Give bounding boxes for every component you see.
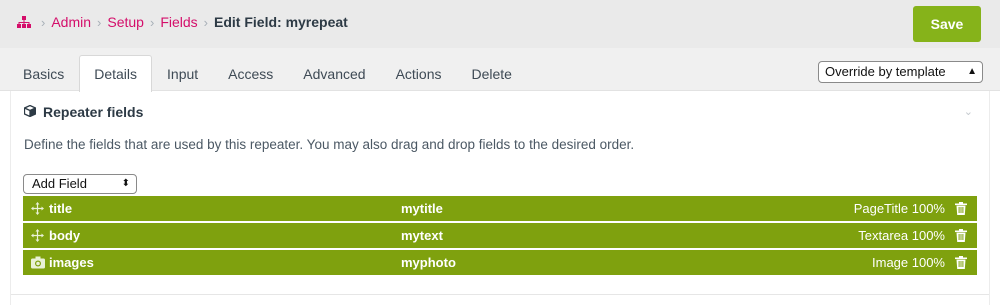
select-arrows-icon: ⬍ xyxy=(121,178,130,189)
tab-bar: Basics Details Input Access Advanced Act… xyxy=(8,55,527,92)
repeater-field-list: title mytitle PageTitle 100% body mytext… xyxy=(23,196,977,277)
field-type: Textarea 100% xyxy=(858,228,945,243)
section-title: Repeater fields xyxy=(43,104,144,120)
divider xyxy=(11,294,989,295)
header-bar: › Admin › Setup › Fields › Edit Field: m… xyxy=(0,0,1000,48)
field-name: title xyxy=(49,201,73,216)
add-field-select[interactable]: Add Field ⬍ xyxy=(23,174,137,194)
tab-actions[interactable]: Actions xyxy=(381,55,457,91)
trash-icon[interactable] xyxy=(955,256,967,269)
chevron-down-icon[interactable]: ⌄ xyxy=(964,105,973,118)
tab-advanced[interactable]: Advanced xyxy=(288,55,380,91)
breadcrumb-separator: › xyxy=(97,14,102,30)
tab-input[interactable]: Input xyxy=(152,55,213,91)
breadcrumb-separator: › xyxy=(41,14,46,30)
list-item[interactable]: images myphoto Image 100% xyxy=(23,250,977,275)
trash-icon[interactable] xyxy=(955,202,967,215)
field-label: mytext xyxy=(401,228,443,243)
move-arrows-icon[interactable] xyxy=(31,202,44,215)
select-arrows-icon: ▲ xyxy=(967,66,977,77)
add-field-value: Add Field xyxy=(32,176,87,191)
page-title: Edit Field: myrepeat xyxy=(214,14,348,30)
field-name: body xyxy=(49,228,81,243)
tab-details[interactable]: Details xyxy=(79,55,153,92)
trash-icon[interactable] xyxy=(955,229,967,242)
tab-basics[interactable]: Basics xyxy=(8,55,79,91)
breadcrumb-setup[interactable]: Setup xyxy=(107,14,144,30)
cube-icon xyxy=(23,104,37,120)
field-label: mytitle xyxy=(401,201,443,216)
field-type: PageTitle 100% xyxy=(853,201,945,216)
override-select-value: Override by template xyxy=(825,64,946,79)
list-item[interactable]: title mytitle PageTitle 100% xyxy=(23,196,977,221)
field-name: images xyxy=(49,255,94,270)
tab-access[interactable]: Access xyxy=(213,55,288,91)
section-header[interactable]: Repeater fields xyxy=(23,104,144,120)
save-button[interactable]: Save xyxy=(913,6,981,42)
tab-delete[interactable]: Delete xyxy=(457,55,527,91)
breadcrumb-separator: › xyxy=(203,14,209,30)
move-arrows-icon[interactable] xyxy=(31,229,44,242)
breadcrumb-separator: › xyxy=(149,14,155,30)
override-select[interactable]: Override by template ▲ xyxy=(818,61,983,83)
breadcrumb-admin[interactable]: Admin xyxy=(51,14,91,30)
sitemap-icon[interactable] xyxy=(17,15,31,29)
camera-icon xyxy=(31,256,45,269)
field-type: Image 100% xyxy=(872,255,945,270)
repeater-fields-section: Repeater fields ⌄ Define the fields that… xyxy=(10,91,990,305)
breadcrumb-fields[interactable]: Fields xyxy=(160,14,197,30)
section-description: Define the fields that are used by this … xyxy=(24,137,635,152)
breadcrumb: › Admin › Setup › Fields › Edit Field: m… xyxy=(17,14,348,30)
field-label: myphoto xyxy=(401,255,456,270)
details-panel: Repeater fields ⌄ Define the fields that… xyxy=(0,90,1000,305)
list-item[interactable]: body mytext Textarea 100% xyxy=(23,223,977,248)
